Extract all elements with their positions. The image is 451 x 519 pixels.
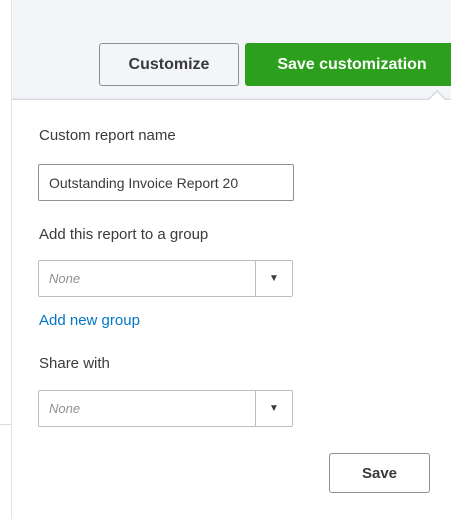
group-label: Add this report to a group (39, 226, 209, 243)
popover-caret-fill (428, 92, 446, 101)
share-with-select[interactable]: None ▼ (38, 390, 293, 427)
group-select[interactable]: None ▼ (38, 260, 293, 297)
share-with-select-value: None (49, 401, 81, 416)
chevron-down-icon[interactable]: ▼ (255, 391, 292, 426)
chevron-down-icon[interactable]: ▼ (255, 261, 292, 296)
save-customization-button[interactable]: Save customization (245, 43, 451, 86)
customize-button[interactable]: Customize (99, 43, 239, 86)
add-new-group-link[interactable]: Add new group (39, 312, 140, 329)
report-name-input[interactable]: Outstanding Invoice Report 20 (38, 164, 294, 201)
customize-report-screen: Customize Save customization Custom repo… (0, 0, 451, 519)
report-name-label: Custom report name (39, 127, 176, 144)
share-with-label: Share with (39, 355, 110, 372)
left-panel-divider (0, 424, 11, 425)
group-select-value: None (49, 271, 81, 286)
save-button[interactable]: Save (329, 453, 430, 493)
left-panel-edge (0, 0, 12, 519)
